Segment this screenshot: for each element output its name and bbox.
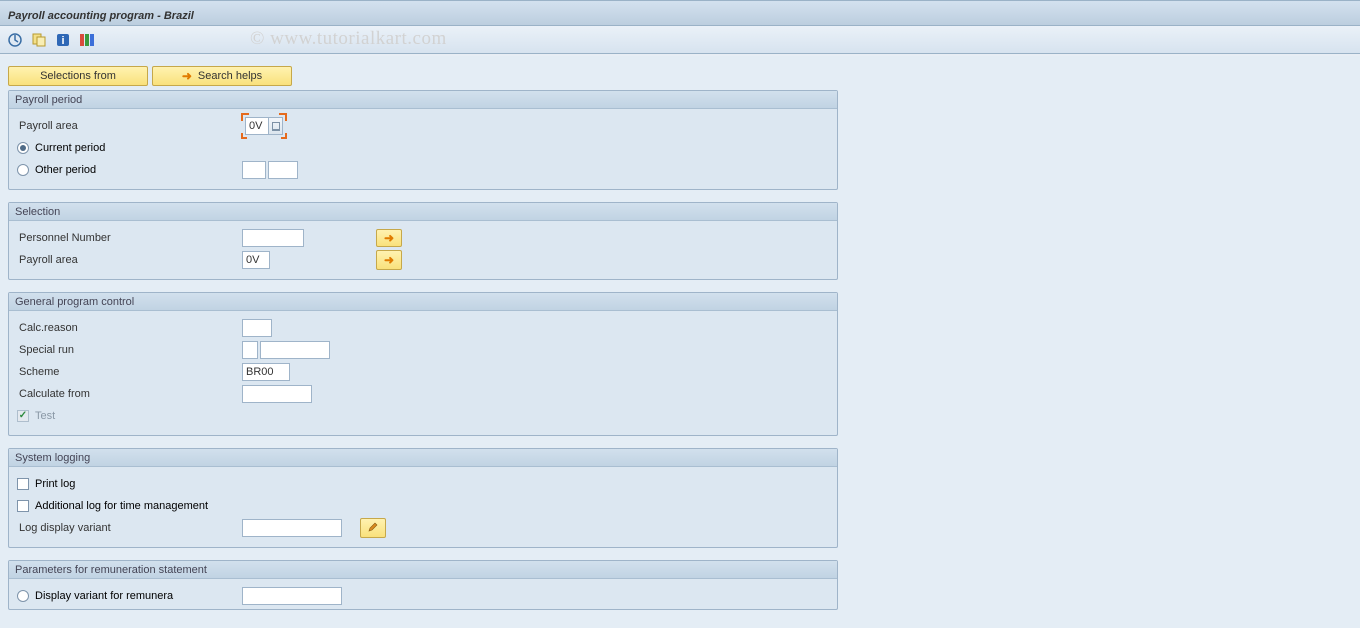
payroll-area-hot-wrap bbox=[242, 114, 286, 138]
selections-from-button[interactable]: Selections from bbox=[8, 66, 148, 86]
radio-dot-icon bbox=[17, 164, 29, 176]
current-period-radio[interactable]: Current period bbox=[17, 142, 105, 154]
search-helps-button[interactable]: ➜ Search helps bbox=[152, 66, 292, 86]
current-period-label: Current period bbox=[35, 142, 105, 154]
svg-text:i: i bbox=[61, 35, 64, 47]
variant-icon[interactable] bbox=[30, 31, 48, 49]
info-icon[interactable]: i bbox=[54, 31, 72, 49]
content-area: Selections from ➜ Search helps Payroll p… bbox=[0, 56, 1360, 628]
test-checkbox: Test bbox=[17, 410, 55, 422]
arrow-right-icon: ➜ bbox=[384, 253, 394, 267]
calc-reason-label: Calc.reason bbox=[17, 322, 242, 334]
display-variant-input[interactable] bbox=[242, 587, 342, 605]
selections-from-label: Selections from bbox=[40, 70, 116, 82]
payroll-area-input[interactable] bbox=[245, 117, 269, 135]
abc-icon[interactable] bbox=[78, 31, 96, 49]
special-run-input-1[interactable] bbox=[242, 341, 258, 359]
test-label: Test bbox=[35, 410, 55, 422]
app-root: Payroll accounting program - Brazil i © … bbox=[0, 0, 1360, 628]
group-header: Parameters for remuneration statement bbox=[9, 561, 837, 579]
display-variant-label: Display variant for remunera bbox=[35, 590, 173, 602]
calculate-from-label: Calculate from bbox=[17, 388, 242, 400]
pencil-icon bbox=[367, 521, 379, 536]
scheme-input[interactable] bbox=[242, 363, 290, 381]
payroll-area-label: Payroll area bbox=[17, 120, 242, 132]
other-period-label: Other period bbox=[35, 164, 96, 176]
action-row: Selections from ➜ Search helps bbox=[8, 66, 1352, 86]
special-run-label: Special run bbox=[17, 344, 242, 356]
payroll-area-label-2: Payroll area bbox=[17, 254, 242, 266]
personnel-number-multi-button[interactable]: ➜ bbox=[376, 229, 402, 247]
calculate-from-input[interactable] bbox=[242, 385, 312, 403]
log-variant-edit-button[interactable] bbox=[360, 518, 386, 538]
page-title: Payroll accounting program - Brazil bbox=[8, 10, 194, 22]
group-selection: Selection Personnel Number ➜ Payroll are… bbox=[8, 202, 838, 280]
payroll-area-input-2[interactable] bbox=[242, 251, 270, 269]
other-period-radio[interactable]: Other period bbox=[17, 164, 242, 176]
arrow-right-icon: ➜ bbox=[384, 231, 394, 245]
group-header: General program control bbox=[9, 293, 837, 311]
other-period-to-input[interactable] bbox=[268, 161, 298, 179]
execute-icon[interactable] bbox=[6, 31, 24, 49]
personnel-number-input[interactable] bbox=[242, 229, 304, 247]
other-period-from-input[interactable] bbox=[242, 161, 266, 179]
calc-reason-input[interactable] bbox=[242, 319, 272, 337]
addl-log-checkbox[interactable]: Additional log for time management bbox=[17, 500, 208, 512]
group-payroll-period: Payroll period Payroll area Current peri… bbox=[8, 90, 838, 190]
checkbox-icon bbox=[17, 478, 29, 490]
addl-log-label: Additional log for time management bbox=[35, 500, 208, 512]
title-bar: Payroll accounting program - Brazil bbox=[0, 0, 1360, 26]
personnel-number-label: Personnel Number bbox=[17, 232, 242, 244]
radio-dot-icon bbox=[17, 142, 29, 154]
special-run-input-2[interactable] bbox=[260, 341, 330, 359]
log-display-variant-input[interactable] bbox=[242, 519, 342, 537]
checkbox-icon bbox=[17, 410, 29, 422]
group-system-logging: System logging Print log Additional log … bbox=[8, 448, 838, 548]
group-header: System logging bbox=[9, 449, 837, 467]
print-log-checkbox[interactable]: Print log bbox=[17, 478, 75, 490]
log-display-variant-label: Log display variant bbox=[17, 522, 242, 534]
search-helps-label: Search helps bbox=[198, 70, 262, 82]
display-variant-radio[interactable]: Display variant for remunera bbox=[17, 590, 242, 602]
group-header: Selection bbox=[9, 203, 837, 221]
group-header: Payroll period bbox=[9, 91, 837, 109]
group-general-program-control: General program control Calc.reason Spec… bbox=[8, 292, 838, 436]
print-log-label: Print log bbox=[35, 478, 75, 490]
group-parameters-remuneration: Parameters for remuneration statement Di… bbox=[8, 560, 838, 610]
payroll-area-multi-button[interactable]: ➜ bbox=[376, 250, 402, 270]
app-toolbar: i bbox=[0, 26, 1360, 54]
arrow-right-icon: ➜ bbox=[182, 69, 192, 83]
checkbox-icon bbox=[17, 500, 29, 512]
scheme-label: Scheme bbox=[17, 366, 242, 378]
radio-dot-icon bbox=[17, 590, 29, 602]
